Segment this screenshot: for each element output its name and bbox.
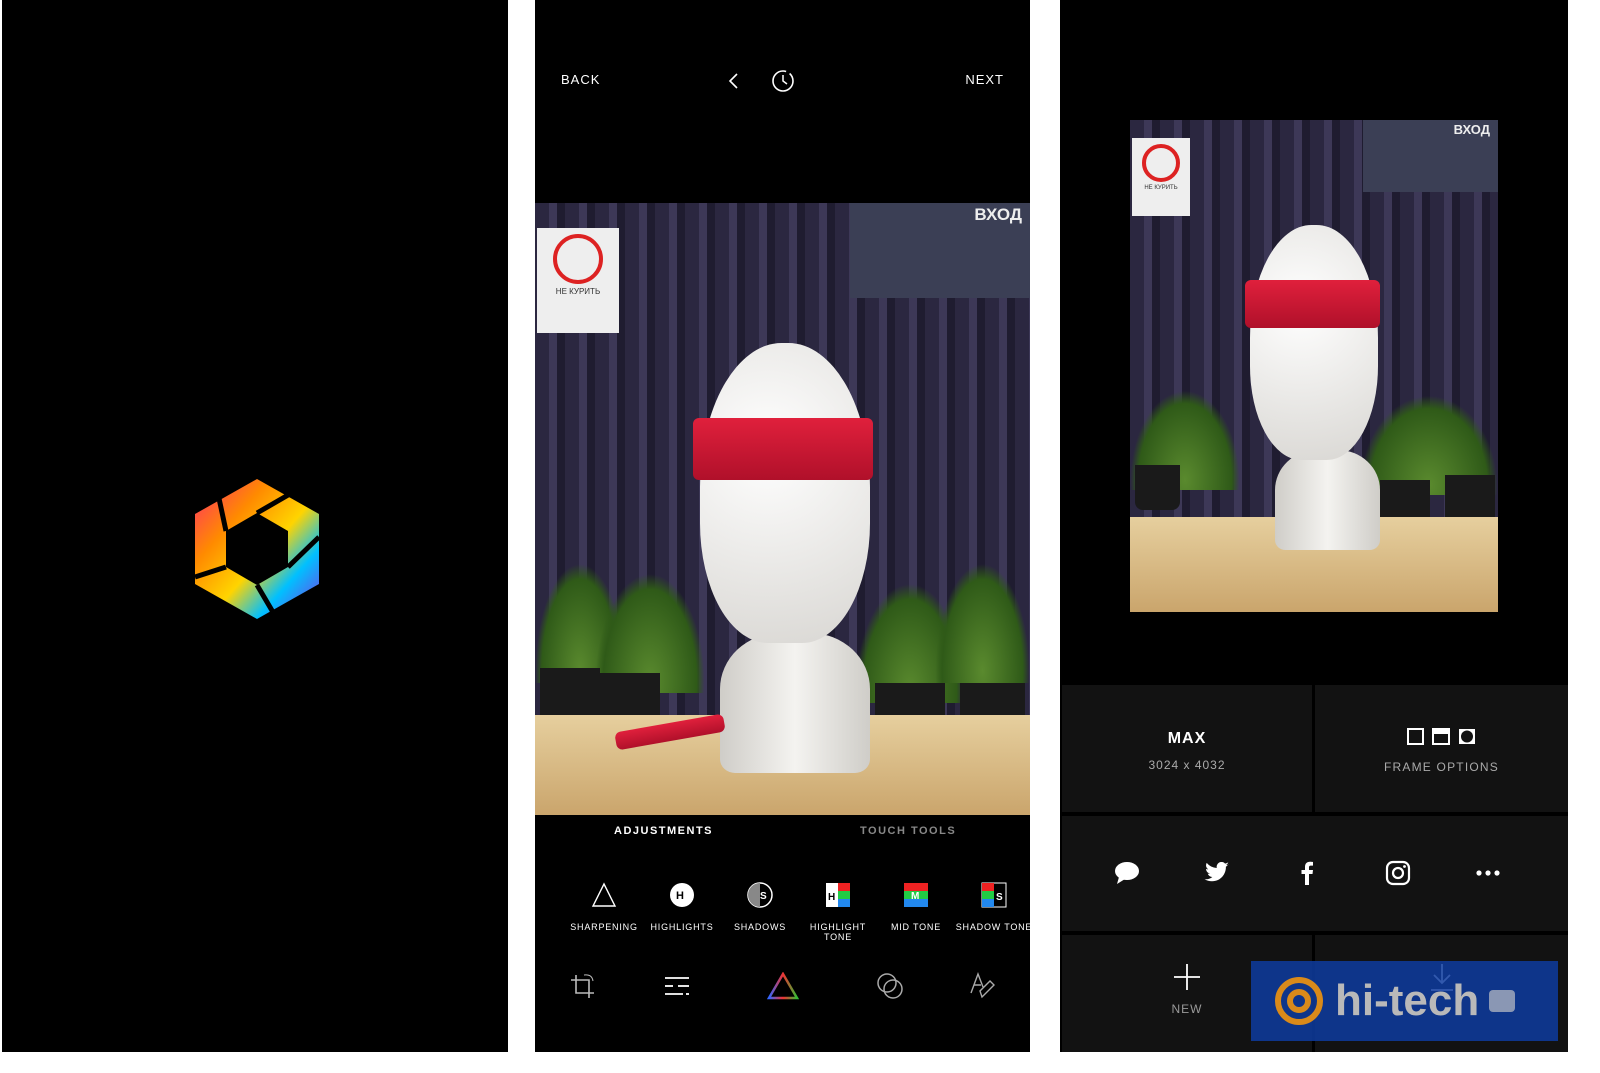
color-triangle-icon — [767, 972, 799, 1000]
wall-sign: ВХОД — [850, 203, 1030, 298]
back-button[interactable]: BACK — [561, 72, 600, 87]
color-button[interactable] — [763, 968, 803, 1004]
tool-mid-tone[interactable]: M MID TONE — [877, 880, 955, 932]
text-button[interactable] — [963, 968, 1003, 1004]
facebook-share-button[interactable] — [1292, 858, 1322, 888]
undo-chevron-icon[interactable] — [727, 72, 741, 90]
instagram-icon — [1385, 860, 1411, 886]
svg-text:H: H — [676, 890, 685, 902]
triangle-icon — [591, 882, 617, 907]
instagram-share-button[interactable] — [1383, 858, 1413, 888]
mid-tone-icon: M — [904, 883, 928, 907]
svg-text:M: M — [911, 891, 920, 902]
no-smoking-sign: НЕ КУРИТЬ — [1132, 138, 1190, 216]
watermark: hi-tech — [1251, 961, 1558, 1041]
export-screen: ВХОД НЕ КУРИТЬ MAX 3024 x 4032 FRAME OPT… — [1060, 0, 1568, 1052]
tab-touch-tools[interactable]: TOUCH TOOLS — [860, 825, 956, 837]
tool-sharpening[interactable]: SHARPENING — [565, 880, 643, 932]
frame-shapes-icon — [1406, 728, 1475, 745]
svg-text:S: S — [996, 892, 1003, 903]
splash-screen — [2, 0, 508, 1052]
app-logo-icon — [194, 479, 321, 620]
size-option[interactable]: MAX 3024 x 4032 — [1062, 685, 1312, 812]
editor-screen: BACK NEXT ВХОД НЕ КУРИТЬ ADJUSTMENTS TOU… — [535, 0, 1030, 1052]
tool-shadow-tone[interactable]: S SHADOW TONE — [955, 880, 1030, 932]
twitter-icon — [1204, 862, 1229, 882]
photo-preview: ВХОД НЕ КУРИТЬ — [535, 203, 1030, 815]
export-photo-preview: ВХОД НЕ КУРИТЬ — [1130, 120, 1498, 612]
shadows-icon: S — [747, 882, 773, 908]
at-sign-logo-icon — [1275, 977, 1323, 1025]
tool-shadows[interactable]: S SHADOWS — [721, 880, 799, 932]
svg-text:H: H — [828, 892, 836, 903]
overlay-button[interactable] — [870, 968, 910, 1004]
plus-icon — [1174, 964, 1200, 990]
twitter-share-button[interactable] — [1202, 858, 1232, 888]
sliders-icon — [665, 977, 689, 995]
crop-rotate-icon — [571, 974, 594, 998]
crop-rotate-button[interactable] — [563, 968, 603, 1004]
more-icon — [1476, 870, 1500, 876]
tab-adjustments[interactable]: ADJUSTMENTS — [614, 825, 713, 837]
more-share-button[interactable] — [1473, 858, 1503, 888]
no-smoking-sign: НЕ КУРИТЬ — [537, 228, 619, 333]
highlight-tone-icon: H — [826, 883, 850, 907]
message-icon — [1115, 862, 1139, 884]
message-share-button[interactable] — [1112, 858, 1142, 888]
text-pen-icon — [970, 972, 995, 999]
adjust-button[interactable] — [657, 968, 697, 1004]
frame-options-button[interactable]: FRAME OPTIONS — [1315, 685, 1568, 812]
vk-logo-icon — [1489, 990, 1516, 1012]
facebook-icon — [1301, 861, 1313, 885]
next-button[interactable]: NEXT — [965, 72, 1004, 87]
highlights-icon: H — [670, 883, 694, 907]
tool-highlight-tone[interactable]: H HIGHLIGHT TONE — [799, 880, 877, 942]
svg-text:S: S — [760, 891, 767, 902]
overlay-icon — [877, 973, 903, 999]
wall-sign: ВХОД — [1363, 120, 1498, 192]
tool-highlights[interactable]: H HIGHLIGHTS — [643, 880, 721, 932]
history-icon[interactable] — [769, 67, 797, 95]
shadow-tone-icon: S — [981, 882, 1007, 908]
